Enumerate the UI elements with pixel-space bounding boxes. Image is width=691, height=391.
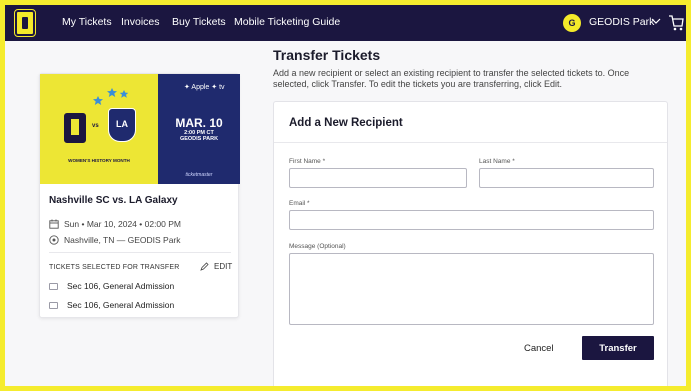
email-label: Email * (289, 200, 310, 207)
event-card: vs LA WOMEN'S HISTORY MONTH ✦ Apple ✦ tv… (39, 73, 240, 318)
nav-mobile-ticketing-guide[interactable]: Mobile Ticketing Guide (234, 16, 340, 28)
banner-vs: vs (92, 123, 99, 129)
event-location: Nashville, TN — GEODIS Park (49, 235, 181, 245)
recipient-form: Add a New Recipient First Name * Last Na… (273, 101, 668, 386)
cancel-button[interactable]: Cancel (524, 343, 554, 354)
ticket-label: Sec 106, General Admission (67, 300, 175, 310)
banner-venue-line: GEODIS PARK (179, 136, 219, 142)
ticket-icon (49, 282, 58, 290)
banner-time: 2:00 PM CT GEODIS PARK (158, 130, 240, 142)
app-frame: My Tickets Invoices Buy Tickets Mobile T… (5, 5, 686, 386)
first-name-label: First Name * (289, 158, 326, 165)
user-avatar[interactable]: G (563, 14, 581, 32)
banner-crests-panel: vs LA WOMEN'S HISTORY MONTH (40, 74, 158, 184)
chevron-down-icon[interactable] (651, 17, 661, 25)
card-divider (49, 252, 231, 253)
event-datetime-text: Sun • Mar 10, 2024 • 02:00 PM (64, 219, 181, 229)
la-galaxy-crest-icon: LA (108, 108, 136, 142)
ticket-item: Sec 106, General Admission (49, 281, 174, 291)
page-description: Add a new recipient or select an existin… (273, 68, 630, 89)
banner-date: MAR. 10 (175, 116, 223, 130)
ticket-icon (49, 301, 58, 309)
page-title: Transfer Tickets (273, 47, 381, 63)
event-title: Nashville SC vs. LA Galaxy (49, 195, 178, 206)
ticket-label: Sec 106, General Admission (67, 281, 175, 291)
message-label: Message (Optional) (289, 243, 346, 250)
stars-icon (93, 88, 129, 105)
email-input[interactable] (289, 210, 654, 230)
cart-icon[interactable] (668, 14, 684, 32)
calendar-icon (49, 219, 59, 229)
last-name-label: Last Name * (479, 158, 515, 165)
ticket-item: Sec 106, General Admission (49, 300, 174, 310)
message-textarea[interactable] (289, 253, 654, 325)
event-datetime: Sun • Mar 10, 2024 • 02:00 PM (49, 219, 181, 229)
nashville-crest-icon (64, 113, 86, 143)
event-location-text: Nashville, TN — GEODIS Park (64, 235, 181, 245)
edit-label: EDIT (214, 262, 233, 271)
nav-invoices[interactable]: Invoices (121, 16, 160, 28)
nav-my-tickets[interactable]: My Tickets (62, 16, 112, 28)
ticketmaster-logo: ticketmaster (185, 172, 213, 178)
form-title: Add a New Recipient (289, 117, 403, 129)
apple-tv-logo: ✦ Apple ✦ tv (184, 84, 225, 91)
top-nav: My Tickets Invoices Buy Tickets Mobile T… (5, 5, 686, 41)
transfer-button[interactable]: Transfer (582, 336, 654, 360)
last-name-input[interactable] (479, 168, 654, 188)
banner-info-panel: ✦ Apple ✦ tv MAR. 10 2:00 PM CT GEODIS P… (158, 74, 240, 184)
nav-buy-tickets[interactable]: Buy Tickets (172, 16, 226, 28)
form-divider (274, 142, 667, 143)
pencil-icon (200, 262, 209, 271)
tickets-selected-label: TICKETS SELECTED FOR TRANSFER (49, 264, 180, 271)
event-banner: vs LA WOMEN'S HISTORY MONTH ✦ Apple ✦ tv… (40, 74, 240, 184)
edit-button[interactable]: EDIT (200, 262, 232, 271)
first-name-input[interactable] (289, 168, 467, 188)
user-menu-name[interactable]: GEODIS Park (589, 16, 654, 28)
womens-history-text: WOMEN'S HISTORY MONTH (68, 158, 130, 163)
nashville-sc-logo-icon[interactable] (14, 9, 36, 37)
location-pin-icon (49, 235, 59, 245)
